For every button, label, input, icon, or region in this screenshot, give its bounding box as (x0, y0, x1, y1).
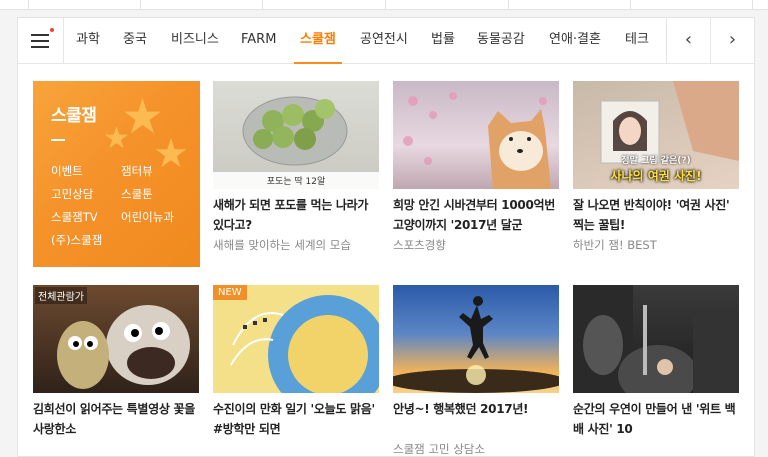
promo-link-interview[interactable]: 잼터뷰 (121, 163, 153, 179)
promo-link-tv[interactable]: 스쿨잼TV (51, 209, 98, 225)
content-card: 과학 중국 비즈니스 FARM 스쿨잼 공연전시 법률 동물공감 연애·결혼 테… (17, 17, 755, 457)
strip-divider (140, 0, 141, 10)
article-title[interactable]: 김희선이 읽어주는 특별영상 꽃을 사랑한소 (33, 399, 199, 439)
article-card[interactable]: 안녕~! 행복했던 2017년! 스쿨잼 고민 상담소 (393, 285, 559, 457)
article-source: 스쿨잼 고민 상담소 (393, 442, 485, 456)
article-card[interactable]: 포도는 딱 12알 새해가 되면 포도를 먹는 나라가 있다고? 새해를 맞이하… (213, 81, 379, 253)
article-thumbnail (573, 285, 739, 393)
subway-passengers-image (573, 285, 739, 393)
article-card[interactable]: NEW 수진이의 만화 일기 '오늘도 맑음' #방학만 되면 (213, 285, 379, 441)
strip-divider (385, 0, 386, 10)
article-source: 하반기 잼! BEST (573, 238, 657, 252)
top-strip (0, 0, 768, 10)
strip-divider (630, 0, 631, 10)
notification-dot (50, 28, 54, 32)
tab-business[interactable]: 비즈니스 (171, 18, 219, 64)
next-arrow-icon[interactable]: › (710, 18, 754, 64)
promo-divider (51, 139, 65, 141)
jumping-person-image (393, 296, 559, 393)
star-decoration: ★ (103, 121, 130, 156)
comic-diary-image (230, 295, 379, 393)
article-thumbnail: 정말 그림 같은(?) 사나의 여권 사진! (573, 81, 739, 189)
strip-divider (262, 0, 263, 10)
tab-tech[interactable]: 테크 (625, 18, 649, 64)
article-title[interactable]: 새해가 되면 포도를 먹는 나라가 있다고? (213, 195, 379, 235)
tab-china[interactable]: 중국 (123, 18, 147, 64)
hamburger-icon (31, 34, 49, 48)
article-card[interactable]: 순간의 우연이 만들어 낸 '위트 백배 사진' 10 (573, 285, 739, 441)
promo-link-company[interactable]: (주)스쿨잼 (51, 232, 102, 248)
menu-button[interactable] (18, 18, 64, 64)
tab-law[interactable]: 법률 (431, 18, 455, 64)
thumbnail-caption: 포도는 딱 12알 (213, 172, 379, 189)
prev-arrow-icon[interactable]: ‹ (666, 18, 710, 64)
tab-dating[interactable]: 연애·결혼 (549, 18, 601, 64)
star-decoration: ★ (153, 131, 189, 177)
category-nav: 과학 중국 비즈니스 FARM 스쿨잼 공연전시 법률 동물공감 연애·결혼 테… (18, 18, 754, 64)
article-card[interactable]: 전체관람가 김희선이 읽어주는 특별영상 꽃을 사랑한소 (33, 285, 199, 441)
article-thumbnail (393, 81, 559, 189)
article-card[interactable]: 희망 안긴 시바견부터 1000억번 고양이까지 '2017년 달군 스포츠경향 (393, 81, 559, 253)
tab-farm[interactable]: FARM (241, 18, 276, 64)
promo-link-event[interactable]: 이벤트 (51, 163, 83, 179)
article-thumbnail (393, 285, 559, 393)
article-title[interactable]: 수진이의 만화 일기 '오늘도 맑음' #방학만 되면 (213, 399, 379, 439)
strip-divider (508, 0, 509, 10)
article-source: 새해를 맞이하는 세계의 모습 (213, 238, 351, 252)
rating-label: 전체관람가 (35, 287, 87, 304)
schooljam-promo[interactable]: ★ ★ ★ 스쿨잼 이벤트 잼터뷰 고민상담 스쿨툰 스쿨잼TV 어린이뉴과 (… (33, 81, 200, 267)
article-thumbnail: NEW (213, 285, 379, 393)
promo-title: 스쿨잼 (51, 106, 97, 126)
tab-performance[interactable]: 공연전시 (360, 18, 408, 64)
strip-divider (28, 0, 29, 10)
tab-science[interactable]: 과학 (76, 18, 100, 64)
article-card[interactable]: 정말 그림 같은(?) 사나의 여권 사진! 잘 나오면 반칙이야! '여권 사… (573, 81, 739, 253)
promo-link-kids[interactable]: 어린이뉴과 (121, 209, 174, 225)
strip-divider (752, 0, 753, 10)
overlay-text: 사나의 여권 사진! (610, 169, 702, 183)
new-badge: NEW (213, 285, 247, 300)
promo-link-toon[interactable]: 스쿨툰 (121, 186, 153, 202)
overlay-text: 정말 그림 같은(?) (621, 156, 691, 166)
article-title[interactable]: 잘 나오면 반칙이야! '여권 사진' 찍는 꿀팁! (573, 195, 739, 235)
tab-schooljam[interactable]: 스쿨잼 (294, 18, 342, 64)
promo-link-counsel[interactable]: 고민상담 (51, 186, 93, 202)
article-thumbnail: 전체관람가 (33, 285, 199, 393)
article-source: 스포츠경향 (393, 238, 446, 252)
article-thumbnail: 포도는 딱 12알 (213, 81, 379, 189)
tab-animals[interactable]: 동물공감 (477, 18, 525, 64)
shiba-dog-image (403, 92, 551, 189)
article-title[interactable]: 안녕~! 행복했던 2017년! (393, 399, 559, 439)
article-title[interactable]: 순간의 우연이 만들어 낸 '위트 백배 사진' 10 (573, 399, 739, 439)
article-title[interactable]: 희망 안긴 시바견부터 1000억번 고양이까지 '2017년 달군 (393, 195, 559, 235)
